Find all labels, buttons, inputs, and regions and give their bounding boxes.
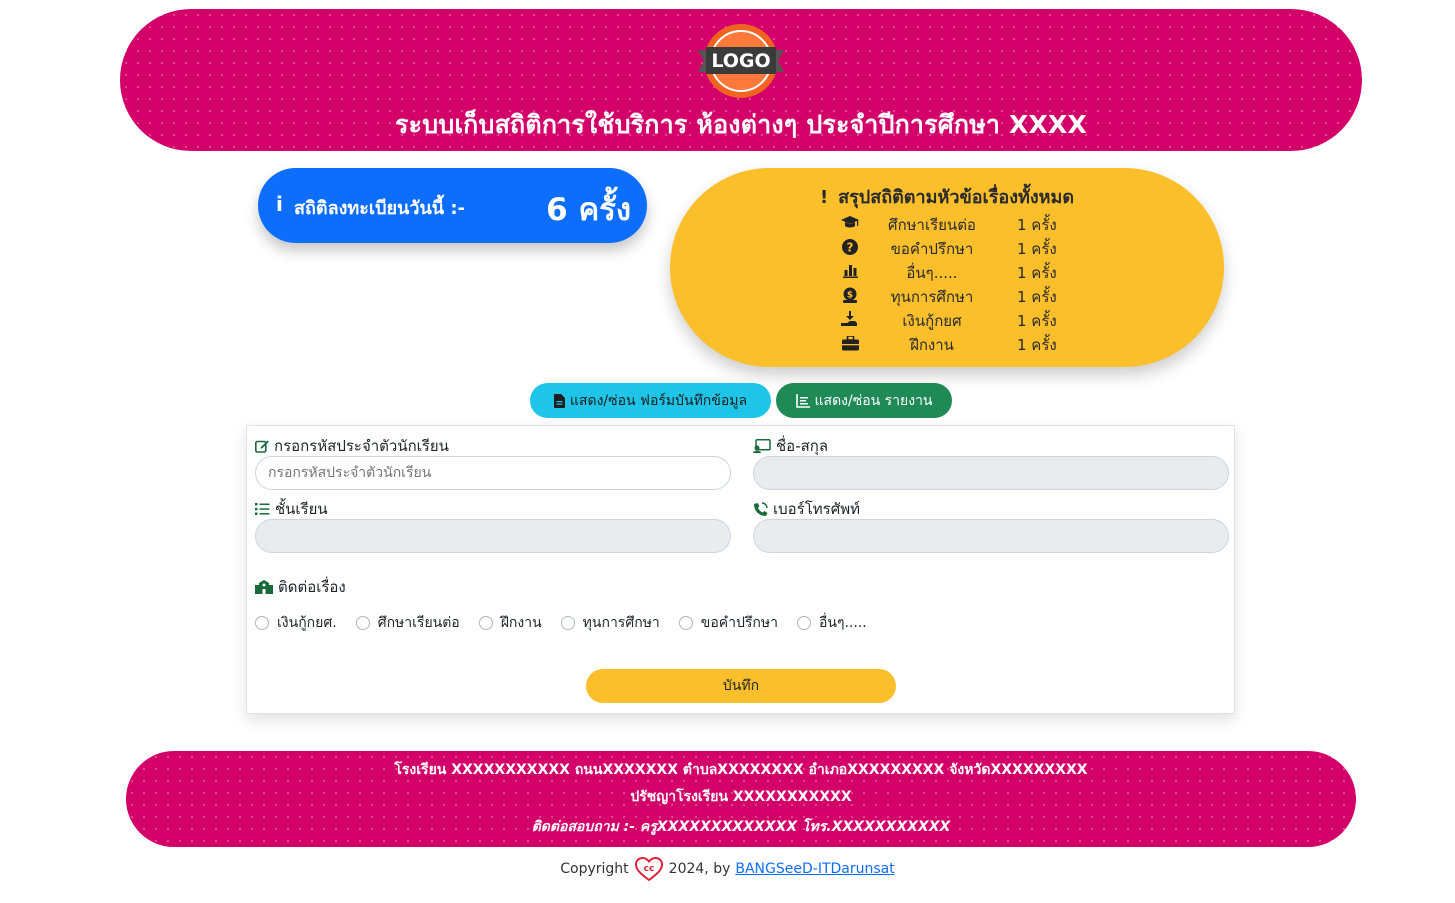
class-field[interactable] — [255, 519, 731, 553]
copyright-year: 2024, by — [668, 861, 731, 877]
student-id-input[interactable] — [255, 456, 731, 490]
topic-option-consult[interactable]: ขอคำปรึกษา — [678, 612, 778, 634]
radio-button[interactable] — [478, 616, 493, 630]
author-link[interactable]: BANGSeeD-ITDarunsat — [735, 861, 894, 877]
copyright-prefix: Copyright — [560, 861, 629, 877]
copyright-bar: Copyright cc 2024, by BANGSeeD-ITDarunsa… — [0, 857, 1455, 881]
money-bag-icon: $ — [840, 286, 860, 304]
summary-item: $ ทุนการศึกษา 1 ครั้ง — [840, 284, 1100, 308]
summary-item-count: 1 ครั้ง — [1017, 216, 1057, 234]
svg-text:cc: cc — [643, 864, 654, 874]
phone-label: เบอร์โทรศัพท์ — [753, 497, 860, 521]
toggle-report-label: แสดง/ซ่อน รายงาน — [814, 392, 933, 409]
toggle-form-button[interactable]: แสดง/ซ่อน ฟอร์มบันทึกข้อมูล — [530, 383, 771, 418]
summary-item-label: ฝึกงาน — [910, 336, 954, 354]
summary-item-count: 1 ครั้ง — [1017, 264, 1057, 282]
briefcase-icon — [840, 334, 860, 352]
summary-item-count: 1 ครั้ง — [1017, 240, 1057, 258]
toggle-form-label: แสดง/ซ่อน ฟอร์มบันทึกข้อมูล — [569, 392, 748, 409]
question-circle-icon: ? — [840, 238, 860, 256]
summary-item-label: ทุนการศึกษา — [890, 288, 974, 306]
summary-item-label: อื่นๆ..... — [906, 264, 958, 282]
topic-option-further-study[interactable]: ศึกษาเรียนต่อ — [355, 612, 460, 634]
summary-item: ศึกษาเรียนต่อ 1 ครั้ง — [840, 212, 1100, 236]
exclamation-icon: ! — [819, 187, 829, 208]
summary-item: อื่นๆ..... 1 ครั้ง — [840, 260, 1100, 284]
topic-option-other[interactable]: อื่นๆ..... — [796, 612, 867, 634]
header-banner: LOGO ระบบเก็บสถิติการใช้บริการ ห้องต่างๆ… — [120, 9, 1362, 151]
file-icon — [553, 393, 565, 408]
topic-option-internship[interactable]: ฝึกงาน — [478, 612, 542, 634]
summary-title: ! สรุปสถิติตามหัวข้อเรื่องทั้งหมด — [819, 187, 1075, 208]
summary-item: เงินกู้กยศ 1 ครั้ง — [840, 308, 1100, 332]
graduation-cap-icon — [840, 214, 860, 232]
fullname-field[interactable] — [753, 456, 1229, 490]
topic-radio-group: เงินกู้กยศ. ศึกษาเรียนต่อ ฝึกงาน ทุนการศ… — [255, 612, 886, 634]
id-card-icon — [753, 439, 771, 453]
radio-button[interactable] — [678, 616, 693, 630]
footer-philosophy: ปรัชญาโรงเรียน XXXXXXXXXXX — [630, 789, 852, 805]
footer-banner: โรงเรียน XXXXXXXXXXX ถนนXXXXXXX ตำบลXXXX… — [126, 751, 1356, 847]
school-icon — [255, 580, 273, 594]
list-icon — [255, 502, 270, 516]
today-stat-count: 6 ครั้ง — [546, 192, 631, 228]
radio-button[interactable] — [355, 616, 370, 630]
phone-field[interactable] — [753, 519, 1229, 553]
save-button[interactable]: บันทึก — [586, 669, 896, 703]
student-id-label: กรอกรหัสประจำตัวนักเรียน — [255, 434, 449, 458]
edit-icon — [255, 439, 269, 453]
radio-button[interactable] — [255, 616, 269, 630]
summary-item-label: ขอคำปรึกษา — [890, 240, 974, 258]
logo-text: LOGO — [711, 50, 770, 72]
summary-item: ฝึกงาน 1 ครั้ง — [840, 332, 1100, 356]
topic-label: ติดต่อเรื่อง — [255, 575, 346, 599]
record-form: กรอกรหัสประจำตัวนักเรียน ชื่อ-สกุล ชั้นเ… — [246, 425, 1235, 714]
summary-item: ? ขอคำปรึกษา 1 ครั้ง — [840, 236, 1100, 260]
summary-item-label: เงินกู้กยศ — [902, 312, 962, 330]
footer-contact: ติดต่อสอบถาม :- ครูXXXXXXXXXXXXX โทร.XXX… — [531, 819, 951, 835]
fullname-label: ชื่อ-สกุล — [753, 434, 828, 458]
summary-stat-card: ! สรุปสถิติตามหัวข้อเรื่องทั้งหมด ศึกษาเร… — [670, 168, 1224, 367]
svg-text:$: $ — [847, 291, 853, 301]
today-stat-label: สถิติลงทะเบียนวันนี้ :- — [294, 198, 466, 219]
today-stat-card: i สถิติลงทะเบียนวันนี้ :- 6 ครั้ง — [258, 168, 647, 243]
summary-item-count: 1 ครั้ง — [1017, 288, 1057, 306]
creative-commons-icon: cc — [634, 857, 663, 881]
summary-item-count: 1 ครั้ง — [1017, 336, 1057, 354]
class-label: ชั้นเรียน — [255, 497, 328, 521]
svg-text:?: ? — [847, 241, 854, 255]
phone-icon — [753, 501, 768, 517]
bar-chart-icon — [840, 262, 860, 280]
toggle-report-button[interactable]: แสดง/ซ่อน รายงาน — [776, 383, 952, 418]
footer-address: โรงเรียน XXXXXXXXXXX ถนนXXXXXXX ตำบลXXXX… — [394, 762, 1088, 778]
chart-icon — [795, 393, 810, 408]
logo: LOGO — [698, 24, 784, 98]
hand-coin-icon — [840, 310, 860, 328]
topic-option-scholarship[interactable]: ทุนการศึกษา — [560, 612, 660, 634]
page-title: ระบบเก็บสถิติการใช้บริการ ห้องต่างๆ ประจ… — [395, 110, 1087, 139]
radio-button[interactable] — [560, 616, 575, 630]
radio-button[interactable] — [796, 616, 811, 630]
summary-item-count: 1 ครั้ง — [1017, 312, 1057, 330]
summary-item-label: ศึกษาเรียนต่อ — [888, 216, 976, 234]
info-icon: i — [276, 192, 283, 216]
topic-option-loan[interactable]: เงินกู้กยศ. — [255, 612, 337, 634]
